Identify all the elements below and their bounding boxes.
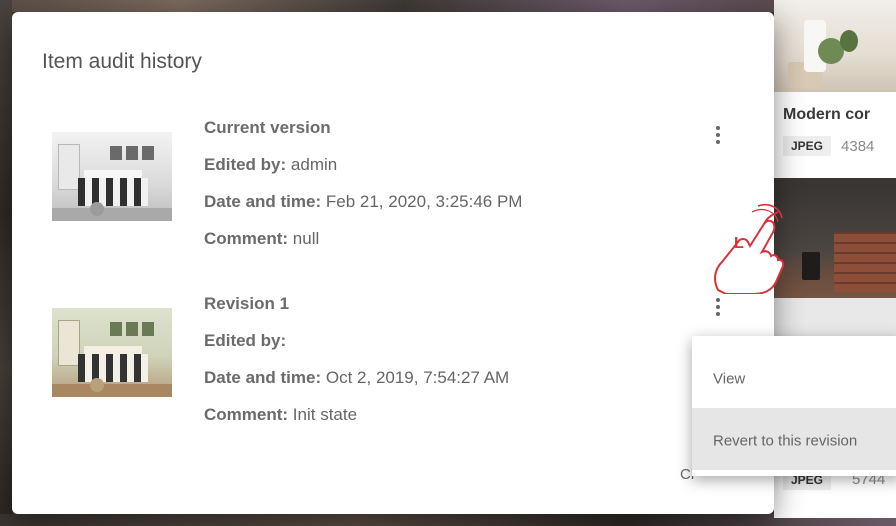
- gallery-card-image: [774, 188, 896, 338]
- gallery-card[interactable]: Modern cor JPEG 4384: [774, 0, 896, 178]
- background-left-edge: [0, 0, 12, 526]
- date-time-value: Feb 21, 2020, 3:25:46 PM: [325, 192, 523, 211]
- revision-details: Revision 1 Edited by: Date and time: Oct…: [204, 292, 509, 440]
- revision-heading: Current version: [204, 118, 331, 137]
- gallery-card-title: Modern cor: [783, 106, 871, 123]
- comment-value: null: [292, 229, 320, 248]
- comment-value: Init state: [292, 405, 358, 424]
- file-type-badge: JPEG: [783, 136, 832, 156]
- revision-heading: Revision 1: [204, 294, 290, 313]
- revision-context-menu: View Revert to this revision: [692, 336, 896, 476]
- gallery-card-meta: JPEG 4384: [783, 136, 874, 156]
- menu-item-revert[interactable]: Revert to this revision: [692, 408, 896, 470]
- comment-row: Comment: Init state: [204, 405, 358, 424]
- file-size: 4384: [841, 137, 875, 155]
- revision-thumbnail: [52, 308, 172, 397]
- edited-by-row: Edited by: admin: [204, 155, 338, 174]
- date-time-row: Date and time: Oct 2, 2019, 7:54:27 AM: [204, 368, 510, 387]
- revision-details: Current version Edited by: admin Date an…: [204, 116, 522, 264]
- more-vertical-icon[interactable]: [706, 292, 730, 322]
- audit-history-dialog: Item audit history Current version Edite…: [12, 12, 774, 514]
- dialog-title: Item audit history: [42, 50, 202, 73]
- date-time-row: Date and time: Feb 21, 2020, 3:25:46 PM: [204, 192, 523, 211]
- date-time-value: Oct 2, 2019, 7:54:27 AM: [325, 368, 510, 387]
- menu-item-view[interactable]: View: [692, 346, 896, 408]
- edited-by-value: admin: [290, 155, 338, 174]
- background-bottom-edge: [0, 514, 896, 526]
- more-vertical-icon[interactable]: [706, 120, 730, 150]
- comment-row: Comment: null: [204, 229, 320, 248]
- edited-by-row: Edited by:: [204, 331, 287, 350]
- background-image-strip: [0, 0, 896, 12]
- revision-thumbnail: [52, 132, 172, 221]
- gallery-card-image: [774, 0, 896, 92]
